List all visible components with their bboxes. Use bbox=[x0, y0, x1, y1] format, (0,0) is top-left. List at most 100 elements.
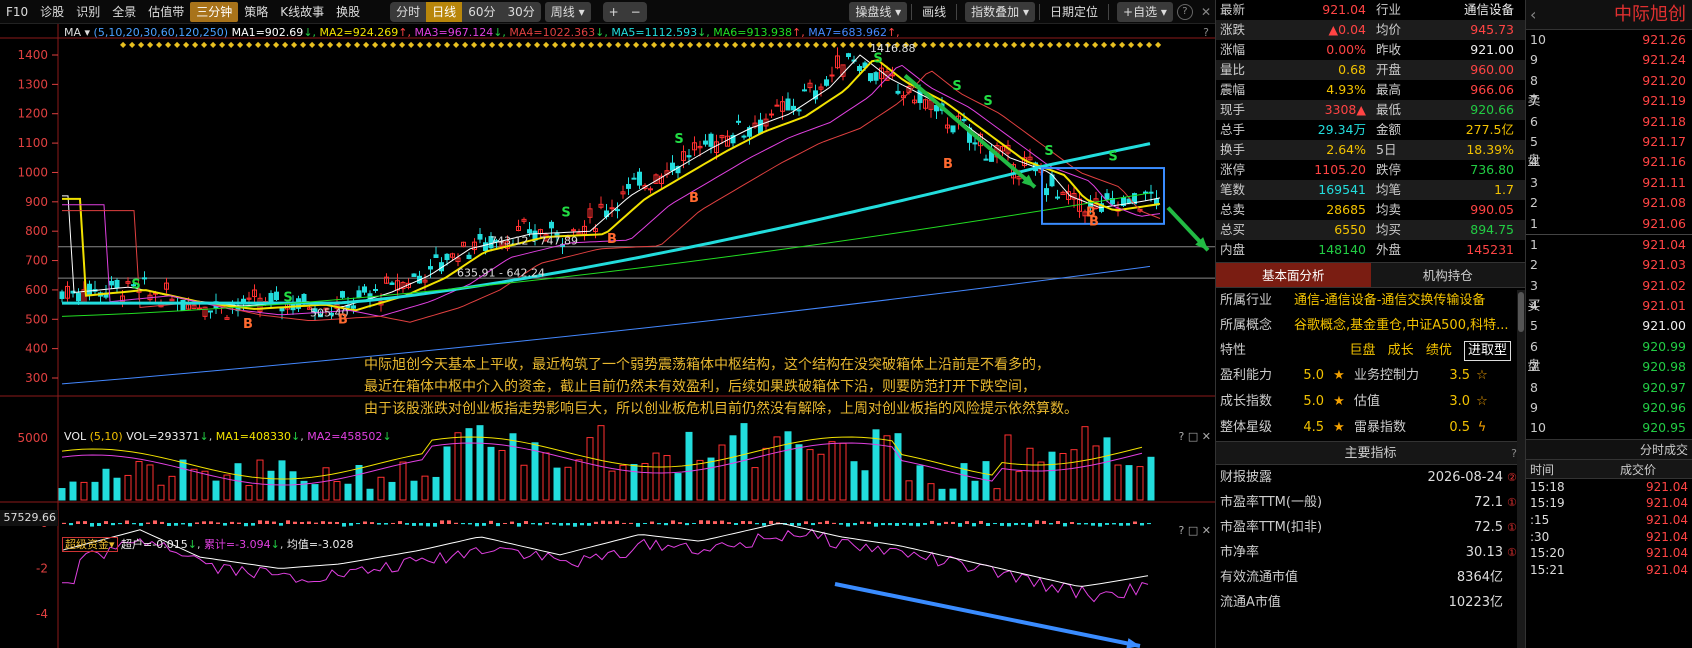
toolbar-right-item-2[interactable]: 指数叠加 ▾ bbox=[965, 1, 1036, 22]
trade-price: 921.04 bbox=[1646, 496, 1688, 511]
stock-name: 中际旭创 bbox=[1614, 4, 1686, 25]
zoom-in-button[interactable]: + bbox=[603, 2, 625, 22]
toolbar-right-item-4[interactable]: +自选 ▾ bbox=[1117, 1, 1173, 22]
sell-level[interactable]: 4 921.16 bbox=[1526, 152, 1692, 172]
tab-institution[interactable]: 机构持仓 bbox=[1370, 263, 1525, 287]
signal-diamond: ◆ bbox=[1146, 40, 1153, 49]
chart-canvas[interactable]: 1400 1300 1200 1100 1000 900 800 700 600 500 400 30… bbox=[0, 24, 1215, 648]
sell-level[interactable]: 6 921.18 bbox=[1526, 112, 1692, 132]
kline-chart[interactable]: 1400 1300 1200 1100 1000 900 800 700 600 500 400 30… bbox=[0, 24, 1215, 648]
toolbar-item-3[interactable]: 全景 bbox=[106, 2, 142, 22]
toolbar-item-6[interactable]: 策略 bbox=[238, 2, 274, 22]
toolbar-item-4[interactable]: 估值带 bbox=[142, 2, 190, 22]
period-tab-2[interactable]: 60分 bbox=[462, 2, 501, 22]
help-icon[interactable]: ? bbox=[1176, 3, 1193, 20]
period-tab-1[interactable]: 日线 bbox=[426, 1, 463, 22]
flow-bar bbox=[720, 520, 724, 524]
sell-level[interactable]: 5 921.17 bbox=[1526, 132, 1692, 152]
volume-bar bbox=[311, 484, 319, 501]
buy-level[interactable]: 8 920.97 bbox=[1526, 378, 1692, 398]
candle-body bbox=[142, 277, 147, 280]
indicator-row[interactable]: 市净率 30.13 ① bbox=[1216, 540, 1525, 565]
toolbar-item-8[interactable]: 换股 bbox=[330, 2, 366, 22]
flow-bar bbox=[111, 523, 115, 526]
tab-fundamental[interactable]: 基本面分析 bbox=[1216, 263, 1371, 287]
flow-bar bbox=[545, 522, 549, 524]
toolbar-item-1[interactable]: 诊股 bbox=[34, 2, 70, 22]
quote-row: 笔数 169541 均笔 1.7 bbox=[1216, 180, 1525, 200]
trade-price: 921.04 bbox=[1646, 546, 1688, 561]
indicator-row[interactable]: 市盈率TTM(一般) 72.1 ① bbox=[1216, 490, 1525, 515]
level-price: 921.08 bbox=[1642, 195, 1686, 211]
volume-bar bbox=[938, 488, 946, 501]
close-icon[interactable]: ✕ bbox=[1197, 2, 1215, 22]
zoom-out-button[interactable]: − bbox=[625, 2, 647, 22]
back-arrow-icon[interactable]: ‹ bbox=[1530, 0, 1536, 30]
signal-diamond: ◆ bbox=[777, 40, 784, 49]
industry-value[interactable]: 通信-通信设备-通信交换传输设备 bbox=[1294, 288, 1485, 313]
signal-diamond: ◆ bbox=[489, 40, 496, 49]
sell-level[interactable]: 9 921.24 bbox=[1526, 50, 1692, 70]
concept-value[interactable]: 谷歌概念,基金重仓,中证A500,科特... bbox=[1294, 313, 1509, 338]
flow-bar bbox=[216, 522, 220, 524]
level-number: 8 bbox=[1530, 72, 1538, 88]
sell-level[interactable]: 1 921.06 bbox=[1526, 214, 1692, 234]
quote-label: 涨幅 bbox=[1220, 42, 1246, 57]
buy-level[interactable]: 2 921.03 bbox=[1526, 255, 1692, 275]
sell-level[interactable]: 3 921.11 bbox=[1526, 173, 1692, 193]
signal-diamond: ◆ bbox=[156, 40, 163, 49]
info-scrollbar[interactable] bbox=[1517, 290, 1525, 648]
period-tab-3[interactable]: 30分 bbox=[501, 2, 540, 22]
period-dropdown[interactable]: 周线 ▾ bbox=[544, 1, 591, 22]
main-panel-help-icon[interactable]: ? bbox=[1203, 26, 1209, 39]
flow-bar bbox=[195, 522, 199, 524]
buy-level[interactable]: 6 920.99 bbox=[1526, 337, 1692, 357]
candle-body bbox=[1055, 196, 1060, 199]
volume-bar bbox=[674, 473, 682, 501]
info-scrollbar-thumb[interactable] bbox=[1518, 292, 1524, 332]
sell-level[interactable]: 7 921.19 bbox=[1526, 91, 1692, 111]
buy-level[interactable]: 9 920.96 bbox=[1526, 398, 1692, 418]
quote-value: 945.73 bbox=[1470, 22, 1514, 37]
toolbar-item-2[interactable]: 识别 bbox=[70, 2, 106, 22]
buy-level[interactable]: 5 921.00 bbox=[1526, 316, 1692, 336]
flow-panel-controls[interactable]: ? □ ✕ bbox=[1179, 524, 1211, 537]
flow-bar bbox=[426, 523, 430, 527]
ma-name: MA ▾ bbox=[64, 26, 94, 39]
sell-level[interactable]: 8 921.20 bbox=[1526, 71, 1692, 91]
toolbar-item-7[interactable]: K线故事 bbox=[274, 2, 330, 22]
flow-bar bbox=[685, 523, 689, 526]
signal-diamond: ◆ bbox=[534, 40, 541, 49]
volume-bar bbox=[817, 453, 825, 501]
indicator-row[interactable]: 市盈率TTM(扣非) 72.5 ① bbox=[1216, 515, 1525, 540]
flow-bar bbox=[608, 521, 612, 524]
volume-bar bbox=[663, 455, 671, 501]
buy-level[interactable]: 3 921.02 bbox=[1526, 276, 1692, 296]
flow-bar bbox=[762, 523, 766, 526]
sell-level[interactable]: 10 921.26 bbox=[1526, 30, 1692, 50]
sell-level[interactable]: 2 921.08 bbox=[1526, 193, 1692, 213]
period-tab-0[interactable]: 分时 bbox=[390, 2, 426, 22]
quote-label: 总卖 bbox=[1220, 202, 1246, 217]
indicator-row[interactable]: 财报披露 2026-08-24 ② bbox=[1216, 465, 1525, 490]
vol-panel-controls[interactable]: ? □ ✕ bbox=[1179, 430, 1211, 443]
sell-signal-marker: S bbox=[674, 132, 683, 147]
toolbar-right-item-3[interactable]: 日期定位 bbox=[1044, 2, 1104, 22]
volume-bar bbox=[850, 461, 858, 501]
toolbar-right-item-0[interactable]: 操盘线 ▾ bbox=[849, 1, 908, 22]
flow-indicator-dropdown[interactable]: 超级资金▾ bbox=[62, 537, 118, 552]
toolbar-item-5[interactable]: 三分钟 bbox=[190, 1, 239, 22]
toolbar-right-item-1[interactable]: 画线 bbox=[916, 2, 952, 22]
buy-level[interactable]: 10 920.95 bbox=[1526, 418, 1692, 438]
level-price: 921.19 bbox=[1642, 93, 1686, 109]
buy-level[interactable]: 4 921.01 bbox=[1526, 296, 1692, 316]
level-price: 920.95 bbox=[1642, 420, 1686, 436]
toolbar-item-0[interactable]: F10 bbox=[0, 2, 34, 22]
indicator-row[interactable]: 有效流通市值 8364亿 bbox=[1216, 565, 1525, 590]
indicator-row[interactable]: 流通A市值 10223亿 bbox=[1216, 590, 1525, 615]
buy-level[interactable]: 1 921.04 bbox=[1526, 235, 1692, 255]
signal-diamond: ◆ bbox=[138, 40, 145, 49]
y-tick-label: 700 bbox=[25, 254, 48, 268]
buy-level[interactable]: 7 920.98 bbox=[1526, 357, 1692, 377]
vol-params: (5,10) bbox=[89, 430, 123, 443]
